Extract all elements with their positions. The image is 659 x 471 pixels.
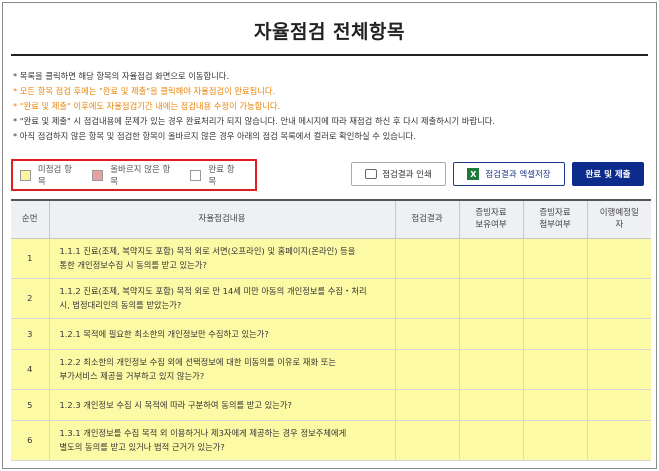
legend-item: 미점검 항목 [20,163,79,187]
column-header: 자율점검내용 [49,199,396,239]
column-header: 이행예정일 자 [587,199,651,239]
table-header-row: 순번 자율점검내용 점검결과 증빙자료 보유여부 증빙자료 첨부여부 이행예정일 자 [11,199,651,239]
check-result-cell [395,318,460,350]
submit-label: 완료 및 제출 [585,170,631,180]
evidence-attached-cell [523,389,588,421]
row-number: 5 [11,389,50,421]
evidence-held-cell [459,420,524,461]
due-date-cell [587,278,651,319]
title-divider [11,54,648,56]
evidence-attached-cell [523,318,588,350]
check-item-text-line: 1.2.3 개인정보 수집 시 목적에 따라 구분하여 동의를 받고 있는가? [59,399,292,410]
instruction-note: * 아직 점검하지 않은 항목 및 점검한 항목이 올바르지 않은 경우 아래의… [13,131,416,141]
check-item-text-line: 시, 법정대리인의 동의를 받았는가? [59,300,182,310]
table-row[interactable]: 3 1.2.1 목적에 필요한 최소한의 개인정보만 수집하고 있는가? [11,318,651,350]
excel-export-label: 점검결과 엑셀저장 [485,170,551,180]
legend-swatch [20,169,31,181]
due-date-cell [587,238,651,279]
check-item-text-line: 부가서비스 제공을 거부하고 있지 않는가? [59,371,205,381]
table-row[interactable]: 6 1.3.1 개인정보를 수집 목적 외 이용하거나 제3자에게 제공하는 경우… [11,420,651,461]
column-header: 점검결과 [395,199,460,239]
check-item-text-line: 통한 개인정보수집 시 동의를 받고 있는가? [59,260,207,270]
instruction-note: * 목록을 클릭하면 해당 항목의 자율점검 화면으로 이동합니다. [13,71,230,81]
check-result-cell [395,420,460,461]
evidence-held-cell [459,389,524,421]
evidence-attached-cell [523,420,588,461]
excel-icon: X [467,168,480,180]
check-item-content[interactable]: 1.1.2 진료(조제, 복약지도 포함) 목적 외로 만 14세 미만 아동의… [49,278,396,319]
legend-item: 완료 항목 [190,163,242,187]
row-number: 2 [11,278,50,319]
check-item-text-line: 1.1.2 진료(조제, 복약지도 포함) 목적 외로 만 14세 미만 아동의… [59,286,367,296]
status-legend: 미점검 항목 올바르지 않은 항목 완료 항목 [11,159,257,191]
check-item-text-line: 1.3.1 개인정보를 수집 목적 외 이용하거나 제3자에게 제공하는 경우 … [59,428,347,438]
excel-export-button[interactable]: X 점검결과 엑셀저장 [453,162,565,186]
check-result-cell [395,349,460,390]
instruction-note: * 모든 항목 점검 후에는 "완료 및 제출"을 클릭해야 자율점검이 완료됩… [13,86,276,96]
evidence-held-cell [459,318,524,350]
printer-icon [365,169,378,179]
check-item-text-line: 1.1.1 진료(조제, 복약지도 포함) 목적 외로 서면(오프라인) 및 홈… [59,246,356,256]
self-check-panel: 자율점검 전체항목 * 목록을 클릭하면 해당 항목의 자율점검 화면으로 이동… [2,2,657,469]
check-item-content[interactable]: 1.3.1 개인정보를 수집 목적 외 이용하거나 제3자에게 제공하는 경우 … [49,420,396,461]
instruction-note: * "완료 및 제출" 시 점검내용에 문제가 있는 경우 완료처리가 되지 않… [13,116,495,126]
due-date-cell [587,420,651,461]
table-row[interactable]: 1 1.1.1 진료(조제, 복약지도 포함) 목적 외로 서면(오프라인) 및 … [11,238,651,279]
column-header: 증빙자료 보유여부 [459,199,524,239]
submit-button[interactable]: 완료 및 제출 [572,162,644,186]
print-results-label: 점검결과 인쇄 [382,170,432,180]
evidence-held-cell [459,278,524,319]
check-result-cell [395,238,460,279]
evidence-held-cell [459,238,524,279]
table-row[interactable]: 5 1.2.3 개인정보 수집 시 목적에 따라 구분하여 동의를 받고 있는가? [11,389,651,421]
legend-swatch [190,169,202,181]
table-row[interactable]: 2 1.1.2 진료(조제, 복약지도 포함) 목적 외로 만 14세 미만 아동… [11,278,651,319]
page-title: 자율점검 전체항목 [254,21,405,43]
row-number: 1 [11,238,50,279]
check-item-text-line: 별도의 동의를 받고 있거나 법적 근거가 있는가? [59,442,225,452]
row-number: 6 [11,420,50,461]
due-date-cell [587,349,651,390]
legend-label: 미점검 항목 [37,165,72,187]
column-header: 순번 [11,199,50,239]
legend-label: 완료 항목 [208,165,235,187]
check-item-text-line: 1.2.2 최소한의 개인정보 수집 외에 선택정보에 대한 미동의를 이유로 … [59,357,336,367]
checklist-table: 순번 자율점검내용 점검결과 증빙자료 보유여부 증빙자료 첨부여부 이행예정일 자 1 1.1.… [11,199,651,461]
instruction-note: * "완료 및 제출" 이후에도 자율점검기간 내에는 점검내용 수정이 가능합… [13,101,281,111]
check-item-content[interactable]: 1.2.3 개인정보 수집 시 목적에 따라 구분하여 동의를 받고 있는가? [49,389,396,421]
evidence-attached-cell [523,238,588,279]
due-date-cell [587,318,651,350]
check-item-content[interactable]: 1.1.1 진료(조제, 복약지도 포함) 목적 외로 서면(오프라인) 및 홈… [49,238,396,279]
evidence-attached-cell [523,349,588,390]
evidence-held-cell [459,349,524,390]
due-date-cell [587,389,651,421]
table-row[interactable]: 4 1.2.2 최소한의 개인정보 수집 외에 선택정보에 대한 미동의를 이유로… [11,349,651,390]
check-result-cell [395,278,460,319]
legend-item: 올바르지 않은 항목 [92,163,177,187]
instruction-notes: * 목록을 클릭하면 해당 항목의 자율점검 화면으로 이동합니다. * 모든 항… [13,69,653,144]
check-result-cell [395,389,460,421]
column-header: 증빙자료 첨부여부 [523,199,588,239]
legend-swatch [92,169,104,181]
check-item-content[interactable]: 1.2.1 목적에 필요한 최소한의 개인정보만 수집하고 있는가? [49,318,396,350]
check-item-content[interactable]: 1.2.2 최소한의 개인정보 수집 외에 선택정보에 대한 미동의를 이유로 … [49,349,396,390]
print-results-button[interactable]: 점검결과 인쇄 [351,162,446,186]
evidence-attached-cell [523,278,588,319]
row-number: 3 [11,318,50,350]
legend-label: 올바르지 않은 항목 [110,165,171,187]
check-item-text-line: 1.2.1 목적에 필요한 최소한의 개인정보만 수집하고 있는가? [59,328,269,339]
row-number: 4 [11,349,50,390]
